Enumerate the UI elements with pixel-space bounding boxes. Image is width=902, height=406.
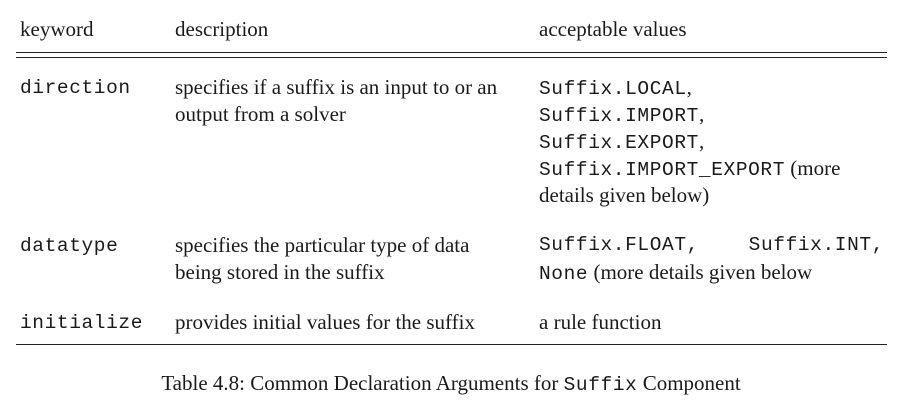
- value-text: (more: [785, 156, 841, 180]
- value-line: details given below): [539, 182, 840, 209]
- value-code: None: [539, 263, 589, 285]
- value-line: Suffix.IMPORT,: [539, 101, 840, 128]
- value-text: details given below): [539, 183, 710, 207]
- header-description: description: [175, 17, 269, 41]
- row-direction-description: specifies if a suffix is an input to or …: [175, 74, 497, 128]
- value-text: ,: [686, 75, 692, 99]
- value-code: Suffix.LOCAL: [539, 78, 687, 100]
- value-line: Suffix.LOCAL,: [539, 74, 840, 101]
- value-text: ,: [698, 102, 705, 126]
- value-code: Suffix.EXPORT: [539, 132, 699, 154]
- description-line: being stored in the suffix: [175, 260, 385, 284]
- value-line: Suffix.EXPORT,: [539, 128, 840, 155]
- value-code: Suffix.INT,: [748, 234, 884, 256]
- row-datatype-description: specifies the particular type of data be…: [175, 232, 469, 286]
- value-text: ,: [698, 129, 705, 153]
- row-initialize-description: provides initial values for the suffix: [175, 310, 475, 334]
- value-line: Suffix.FLOAT, Suffix.INT,: [539, 232, 884, 259]
- caption-code: Suffix: [563, 374, 638, 396]
- header-acceptable-values: acceptable values: [539, 17, 687, 41]
- row-direction-keyword: direction: [20, 77, 131, 99]
- value-line: None (more details given below: [539, 259, 884, 286]
- value-code: Suffix.IMPORT: [539, 105, 699, 127]
- row-initialize-keyword: initialize: [20, 312, 144, 334]
- row-datatype-values: Suffix.FLOAT, Suffix.INT, None (more det…: [539, 232, 884, 286]
- value-code: Suffix.FLOAT,: [539, 234, 699, 256]
- header-keyword: keyword: [20, 17, 94, 41]
- row-datatype-keyword: datatype: [20, 235, 119, 257]
- header-rule-top: [16, 52, 887, 53]
- caption-text: Table 4.8: Common Declaration Arguments …: [161, 371, 564, 395]
- caption-text: Component: [637, 371, 741, 395]
- value-text: (more details given below: [588, 260, 813, 284]
- description-line: output from a solver: [175, 102, 346, 126]
- table-bottom-rule: [16, 344, 887, 345]
- description-line: specifies the particular type of data: [175, 233, 470, 257]
- row-direction-values: Suffix.LOCAL, Suffix.IMPORT, Suffix.EXPO…: [539, 74, 840, 209]
- value-code: Suffix.IMPORT_EXPORT: [539, 159, 786, 181]
- description-line: specifies if a suffix is an input to or …: [175, 75, 498, 99]
- header-rule-bottom: [16, 57, 887, 58]
- row-initialize-values: a rule function: [539, 310, 662, 334]
- value-line: Suffix.IMPORT_EXPORT (more: [539, 155, 840, 182]
- table-caption: Table 4.8: Common Declaration Arguments …: [0, 370, 902, 398]
